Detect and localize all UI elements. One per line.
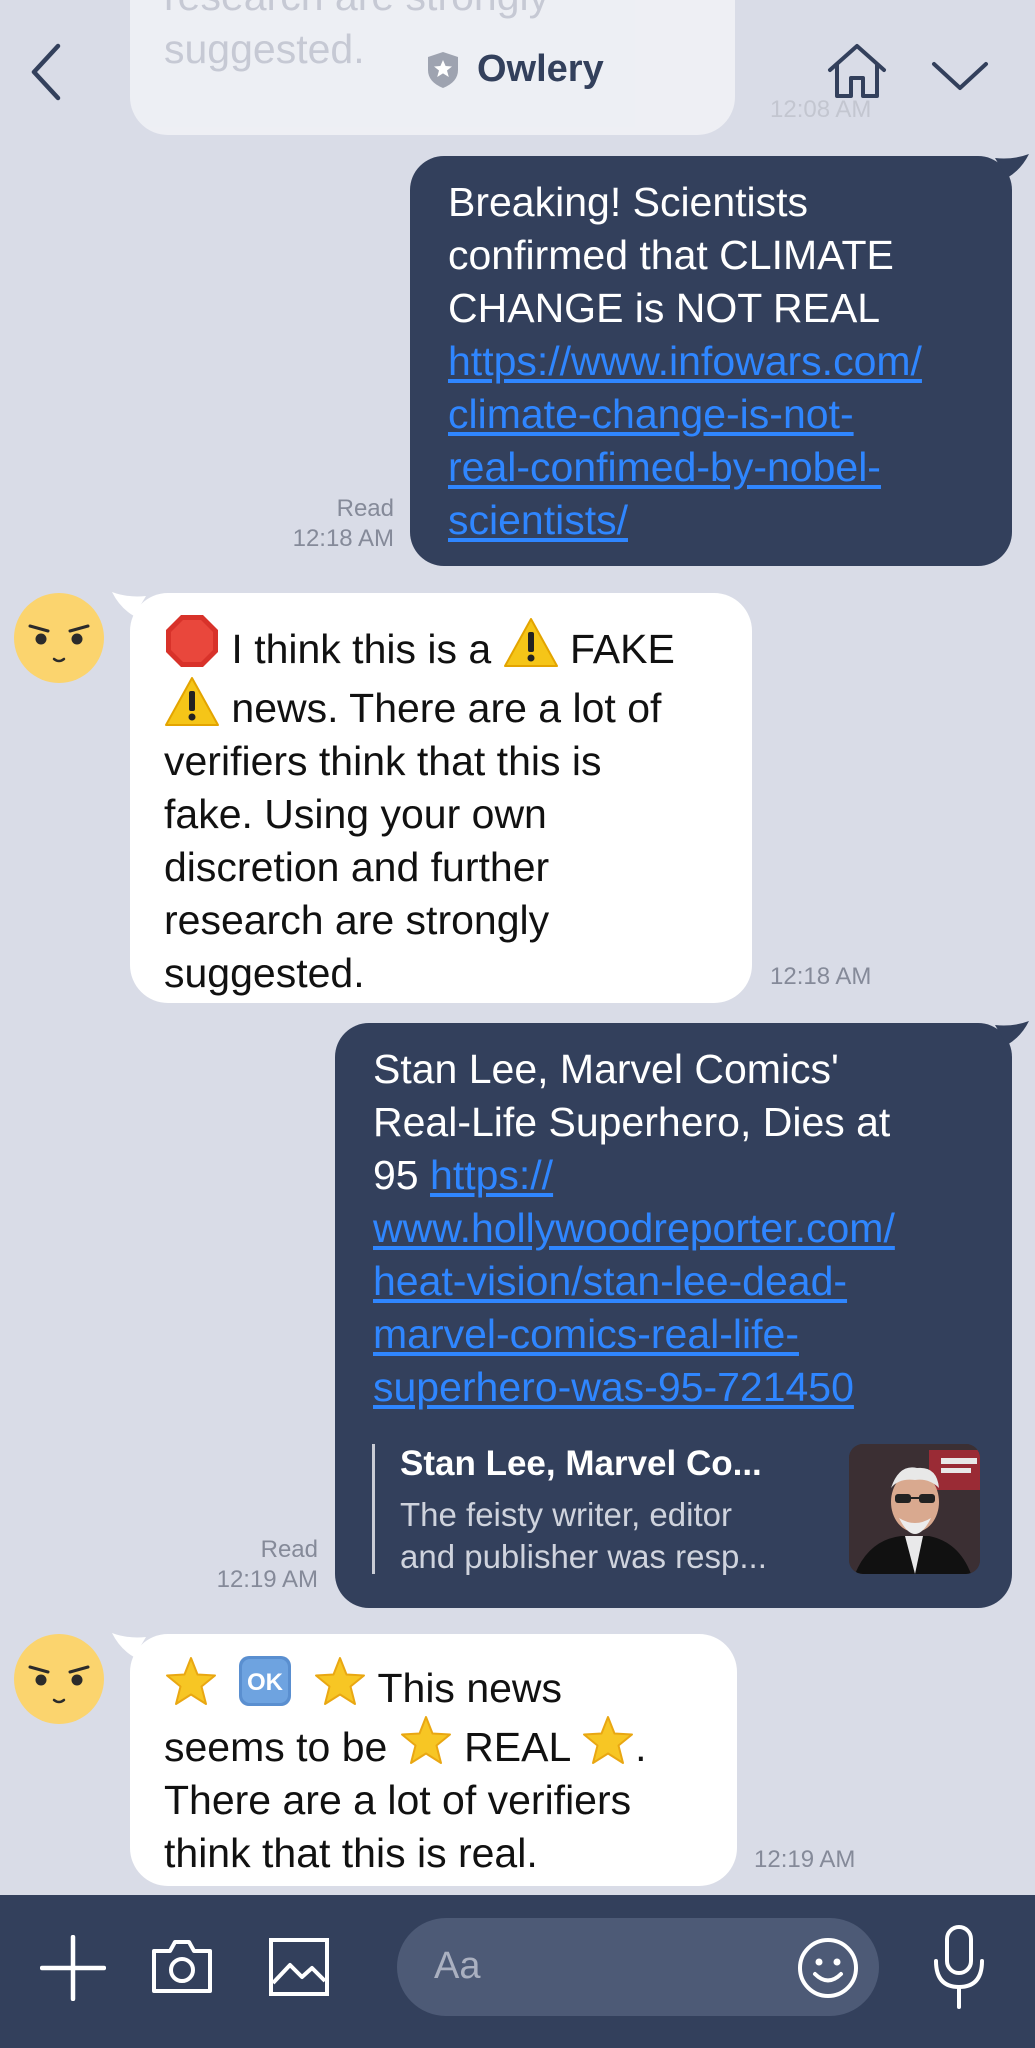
message-text: FAKE (570, 626, 675, 672)
preview-description-line: and publisher was resp... (400, 1538, 767, 1575)
message-text: suggested. (164, 950, 365, 996)
home-icon[interactable] (826, 42, 888, 100)
preview-description-line: The feisty writer, editor (400, 1496, 732, 1533)
message-text: research are strongly (164, 897, 550, 943)
avatar[interactable] (14, 593, 104, 683)
message-input-placeholder: Aa (434, 1945, 481, 1987)
chat-header: Owlery (0, 0, 1035, 140)
star-icon (400, 1716, 451, 1764)
message-time: 12:18 AM (770, 963, 872, 990)
preview-description: The feisty writer, editor and publisher … (400, 1494, 830, 1578)
message-link[interactable]: heat-vision/stan-lee-dead- (373, 1255, 992, 1308)
camera-icon[interactable] (150, 1937, 214, 1995)
message-link[interactable]: https://www.infowars.com/ (448, 335, 992, 388)
message-text: think that this is real. (164, 1830, 538, 1876)
message-text: fake. Using your own (164, 791, 547, 837)
message-bubble-incoming[interactable]: I think this is a FAKE news. There are a… (130, 593, 752, 1003)
star-icon (314, 1657, 365, 1705)
message-text: Real-Life Superhero, Dies at (373, 1099, 891, 1145)
star-icon (166, 1657, 216, 1705)
message-bubble-outgoing[interactable]: Breaking! Scientists confirmed that CLIM… (410, 156, 1012, 566)
message-text: 95 (373, 1152, 419, 1198)
bubble-tail (995, 1021, 1029, 1045)
message-text: CHANGE is NOT REAL (448, 285, 881, 331)
message-link[interactable]: https:// (430, 1152, 553, 1198)
message-text: news. There are a lot of (231, 685, 662, 731)
microphone-icon[interactable] (930, 1923, 988, 2013)
message-time: 12:19 AM (754, 1846, 856, 1873)
message-text: discretion and further (164, 844, 550, 890)
preview-title: Stan Lee, Marvel Co... (400, 1444, 762, 1483)
message-meta: Read 12:19 AM (184, 1535, 318, 1595)
link-preview-card[interactable]: Stan Lee, Marvel Co... The feisty writer… (372, 1444, 980, 1575)
chevron-down-icon[interactable] (930, 58, 990, 94)
message-text: This news (377, 1665, 563, 1711)
message-text: There are a lot of verifiers (164, 1777, 632, 1823)
read-receipt: Read (336, 495, 394, 522)
message-text: I think this is a (231, 626, 492, 672)
message-link[interactable]: scientists/ (448, 494, 992, 547)
message-meta: Read 12:18 AM (260, 494, 394, 554)
stop-sign-icon (166, 615, 218, 667)
bubble-tail (995, 154, 1029, 178)
chat-title[interactable]: Owlery (477, 48, 604, 91)
preview-thumbnail-image (849, 1444, 980, 1574)
message-link[interactable]: superhero-was-95-721450 (373, 1361, 992, 1414)
message-input-bar: Aa (0, 1895, 1035, 2048)
message-text: . (635, 1724, 647, 1770)
message-text: seems to be (164, 1724, 388, 1770)
message-link[interactable]: climate-change-is-not- (448, 388, 992, 441)
star-icon (583, 1716, 634, 1764)
ok-button-icon: OK (239, 1656, 292, 1706)
owl-face-icon (28, 624, 90, 663)
message-input[interactable]: Aa (397, 1918, 879, 2016)
plus-icon[interactable] (40, 1935, 106, 2001)
message-link[interactable]: www.hollywoodreporter.com/ (373, 1202, 992, 1255)
warning-icon (165, 677, 219, 726)
message-text: verifiers think that this is (164, 738, 602, 784)
message-text: REAL (464, 1724, 570, 1770)
warning-icon (503, 618, 558, 667)
message-text: Breaking! Scientists (448, 179, 809, 225)
message-bubble-incoming[interactable]: OK This news seems to be REAL . There ar… (130, 1634, 737, 1886)
message-link[interactable]: marvel-comics-real-life- (373, 1308, 992, 1361)
chat-stream[interactable]: research are strongly suggested. 12:08 A… (0, 0, 1035, 1895)
message-time: 12:18 AM (292, 525, 394, 552)
message-link[interactable]: real-confimed-by-nobel- (448, 441, 992, 494)
svg-text:OK: OK (247, 1669, 284, 1696)
chevron-left-icon[interactable] (28, 40, 64, 104)
message-time: 12:19 AM (216, 1566, 318, 1593)
image-icon[interactable] (268, 1937, 330, 1997)
shield-icon (428, 52, 458, 88)
preview-accent-bar (372, 1444, 375, 1574)
owl-face-icon (28, 1665, 90, 1704)
emoji-icon[interactable] (797, 1937, 859, 1999)
message-text: Stan Lee, Marvel Comics' (373, 1046, 839, 1092)
avatar[interactable] (14, 1634, 104, 1724)
read-receipt: Read (260, 1536, 318, 1563)
message-text: confirmed that CLIMATE (448, 232, 894, 278)
